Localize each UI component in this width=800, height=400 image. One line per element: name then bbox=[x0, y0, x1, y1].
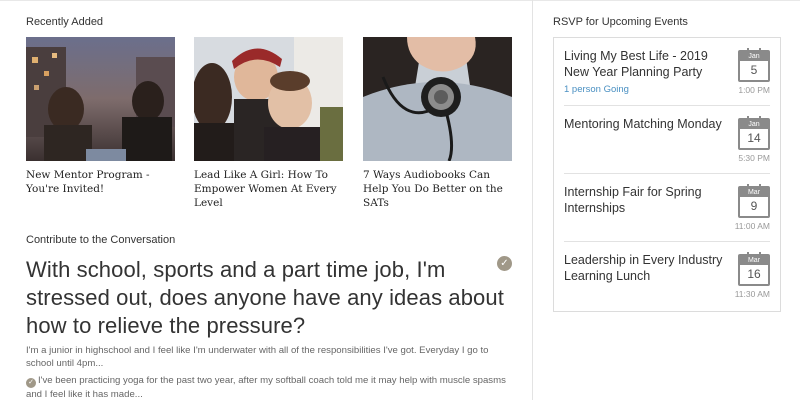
event-item[interactable]: Internship Fair for Spring Internships M… bbox=[564, 174, 770, 242]
event-day: 14 bbox=[747, 131, 761, 145]
article-title[interactable]: 7 Ways Audiobooks Can Help You Do Better… bbox=[363, 168, 512, 210]
discussion-question[interactable]: With school, sports and a part time job,… bbox=[26, 256, 516, 340]
event-month: Jan bbox=[740, 120, 768, 129]
rsvp-heading: RSVP for Upcoming Events bbox=[553, 16, 688, 28]
event-time: 1:00 PM bbox=[738, 85, 770, 95]
event-item[interactable]: Leadership in Every Industry Learning Lu… bbox=[564, 242, 770, 310]
article-title[interactable]: New Mentor Program - You're Invited! bbox=[26, 168, 175, 196]
calendar-icon: Mar 16 bbox=[738, 252, 770, 286]
event-month: Jan bbox=[740, 52, 768, 61]
event-item[interactable]: Living My Best Life - 2019 New Year Plan… bbox=[564, 38, 770, 106]
check-circle-icon: ✓ bbox=[26, 378, 36, 388]
answer-excerpt: ✓ I've been practicing yoga for the past … bbox=[26, 374, 516, 400]
event-time: 11:30 AM bbox=[734, 289, 770, 299]
article-thumbnail-audiobooks[interactable] bbox=[363, 37, 512, 161]
event-going-count[interactable]: 1 person Going bbox=[564, 84, 629, 95]
event-title[interactable]: Leadership in Every Industry Learning Lu… bbox=[564, 252, 724, 284]
check-circle-icon: ✓ bbox=[497, 256, 512, 271]
event-title[interactable]: Living My Best Life - 2019 New Year Plan… bbox=[564, 48, 724, 80]
calendar-icon: Jan 5 bbox=[738, 48, 770, 82]
event-time: 5:30 PM bbox=[738, 153, 770, 163]
article-thumbnail-lead-like-a-girl[interactable] bbox=[194, 37, 343, 161]
recently-added-heading: Recently Added bbox=[26, 16, 104, 28]
question-excerpt: I'm a junior in highschool and I feel li… bbox=[26, 345, 489, 369]
top-rule bbox=[0, 0, 800, 1]
article-title[interactable]: Lead Like A Girl: How To Empower Women A… bbox=[194, 168, 343, 210]
article-card-lead-like-a-girl[interactable]: Lead Like A Girl: How To Empower Women A… bbox=[194, 37, 343, 210]
article-card-audiobooks[interactable]: 7 Ways Audiobooks Can Help You Do Better… bbox=[363, 37, 512, 210]
article-thumbnail-mentor[interactable] bbox=[26, 37, 175, 161]
event-title[interactable]: Mentoring Matching Monday bbox=[564, 116, 724, 132]
article-card-mentor[interactable]: New Mentor Program - You're Invited! bbox=[26, 37, 175, 196]
event-time: 11:00 AM bbox=[734, 221, 770, 231]
event-day: 9 bbox=[750, 199, 758, 213]
column-divider bbox=[532, 0, 533, 400]
conversation-heading: Contribute to the Conversation bbox=[26, 234, 176, 246]
event-day: 16 bbox=[747, 267, 761, 281]
calendar-icon: Jan 14 bbox=[738, 116, 770, 150]
event-month: Mar bbox=[740, 256, 768, 265]
events-panel: Living My Best Life - 2019 New Year Plan… bbox=[553, 37, 781, 312]
event-title[interactable]: Internship Fair for Spring Internships bbox=[564, 184, 724, 216]
event-item[interactable]: Mentoring Matching Monday Jan 14 5:30 PM bbox=[564, 106, 770, 174]
calendar-icon: Mar 9 bbox=[738, 184, 770, 218]
answer-text: I've been practicing yoga for the past t… bbox=[26, 375, 506, 400]
event-month: Mar bbox=[740, 188, 768, 197]
event-day: 5 bbox=[750, 63, 758, 77]
